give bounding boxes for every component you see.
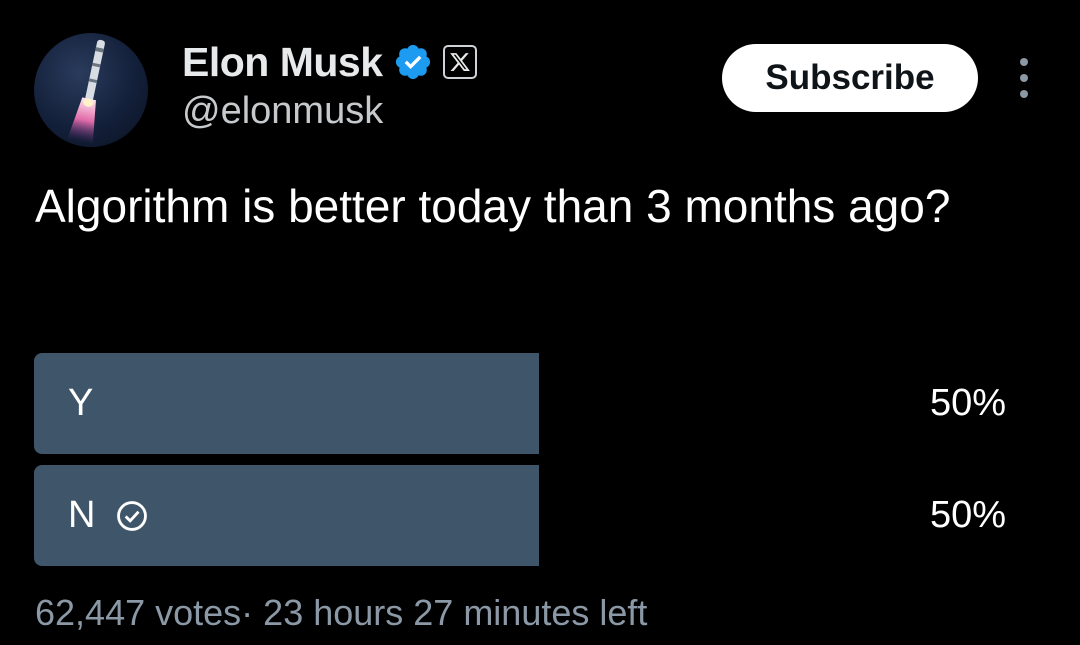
poll-option-text: N <box>68 494 96 536</box>
check-circle-icon <box>115 499 149 533</box>
poll-separator: · <box>241 592 254 633</box>
subscribe-button[interactable]: Subscribe <box>722 44 978 112</box>
more-dot <box>1020 58 1028 66</box>
avatar[interactable] <box>34 33 148 147</box>
more-options-icon[interactable] <box>1012 58 1036 98</box>
tweet-text: Algorithm is better today than 3 months … <box>35 180 951 232</box>
author-display-name[interactable]: Elon Musk <box>182 39 383 86</box>
poll-time-left: 23 hours 27 minutes left <box>263 592 648 633</box>
poll-bar <box>34 353 539 454</box>
rocket-icon <box>67 39 105 145</box>
poll-percent: 50% <box>929 382 1006 424</box>
poll-meta: 62,447 votes· 23 hours 27 minutes left <box>35 592 647 634</box>
poll-option-n[interactable]: N 50% <box>34 465 1044 566</box>
author-name-row: Elon Musk <box>182 38 477 86</box>
poll-option-label: N <box>68 465 149 566</box>
poll-percent: 50% <box>929 494 1006 536</box>
author-handle[interactable]: @elonmusk <box>182 90 383 133</box>
poll-option-label: Y <box>68 353 93 454</box>
verified-badge-icon[interactable] <box>393 42 433 82</box>
more-dot <box>1020 90 1028 98</box>
poll-option-y[interactable]: Y 50% <box>34 353 1044 454</box>
poll-vote-count: 62,447 votes <box>35 592 242 633</box>
x-logo-icon[interactable] <box>442 45 477 79</box>
poll-option-text: Y <box>68 382 94 424</box>
more-dot <box>1020 74 1028 82</box>
